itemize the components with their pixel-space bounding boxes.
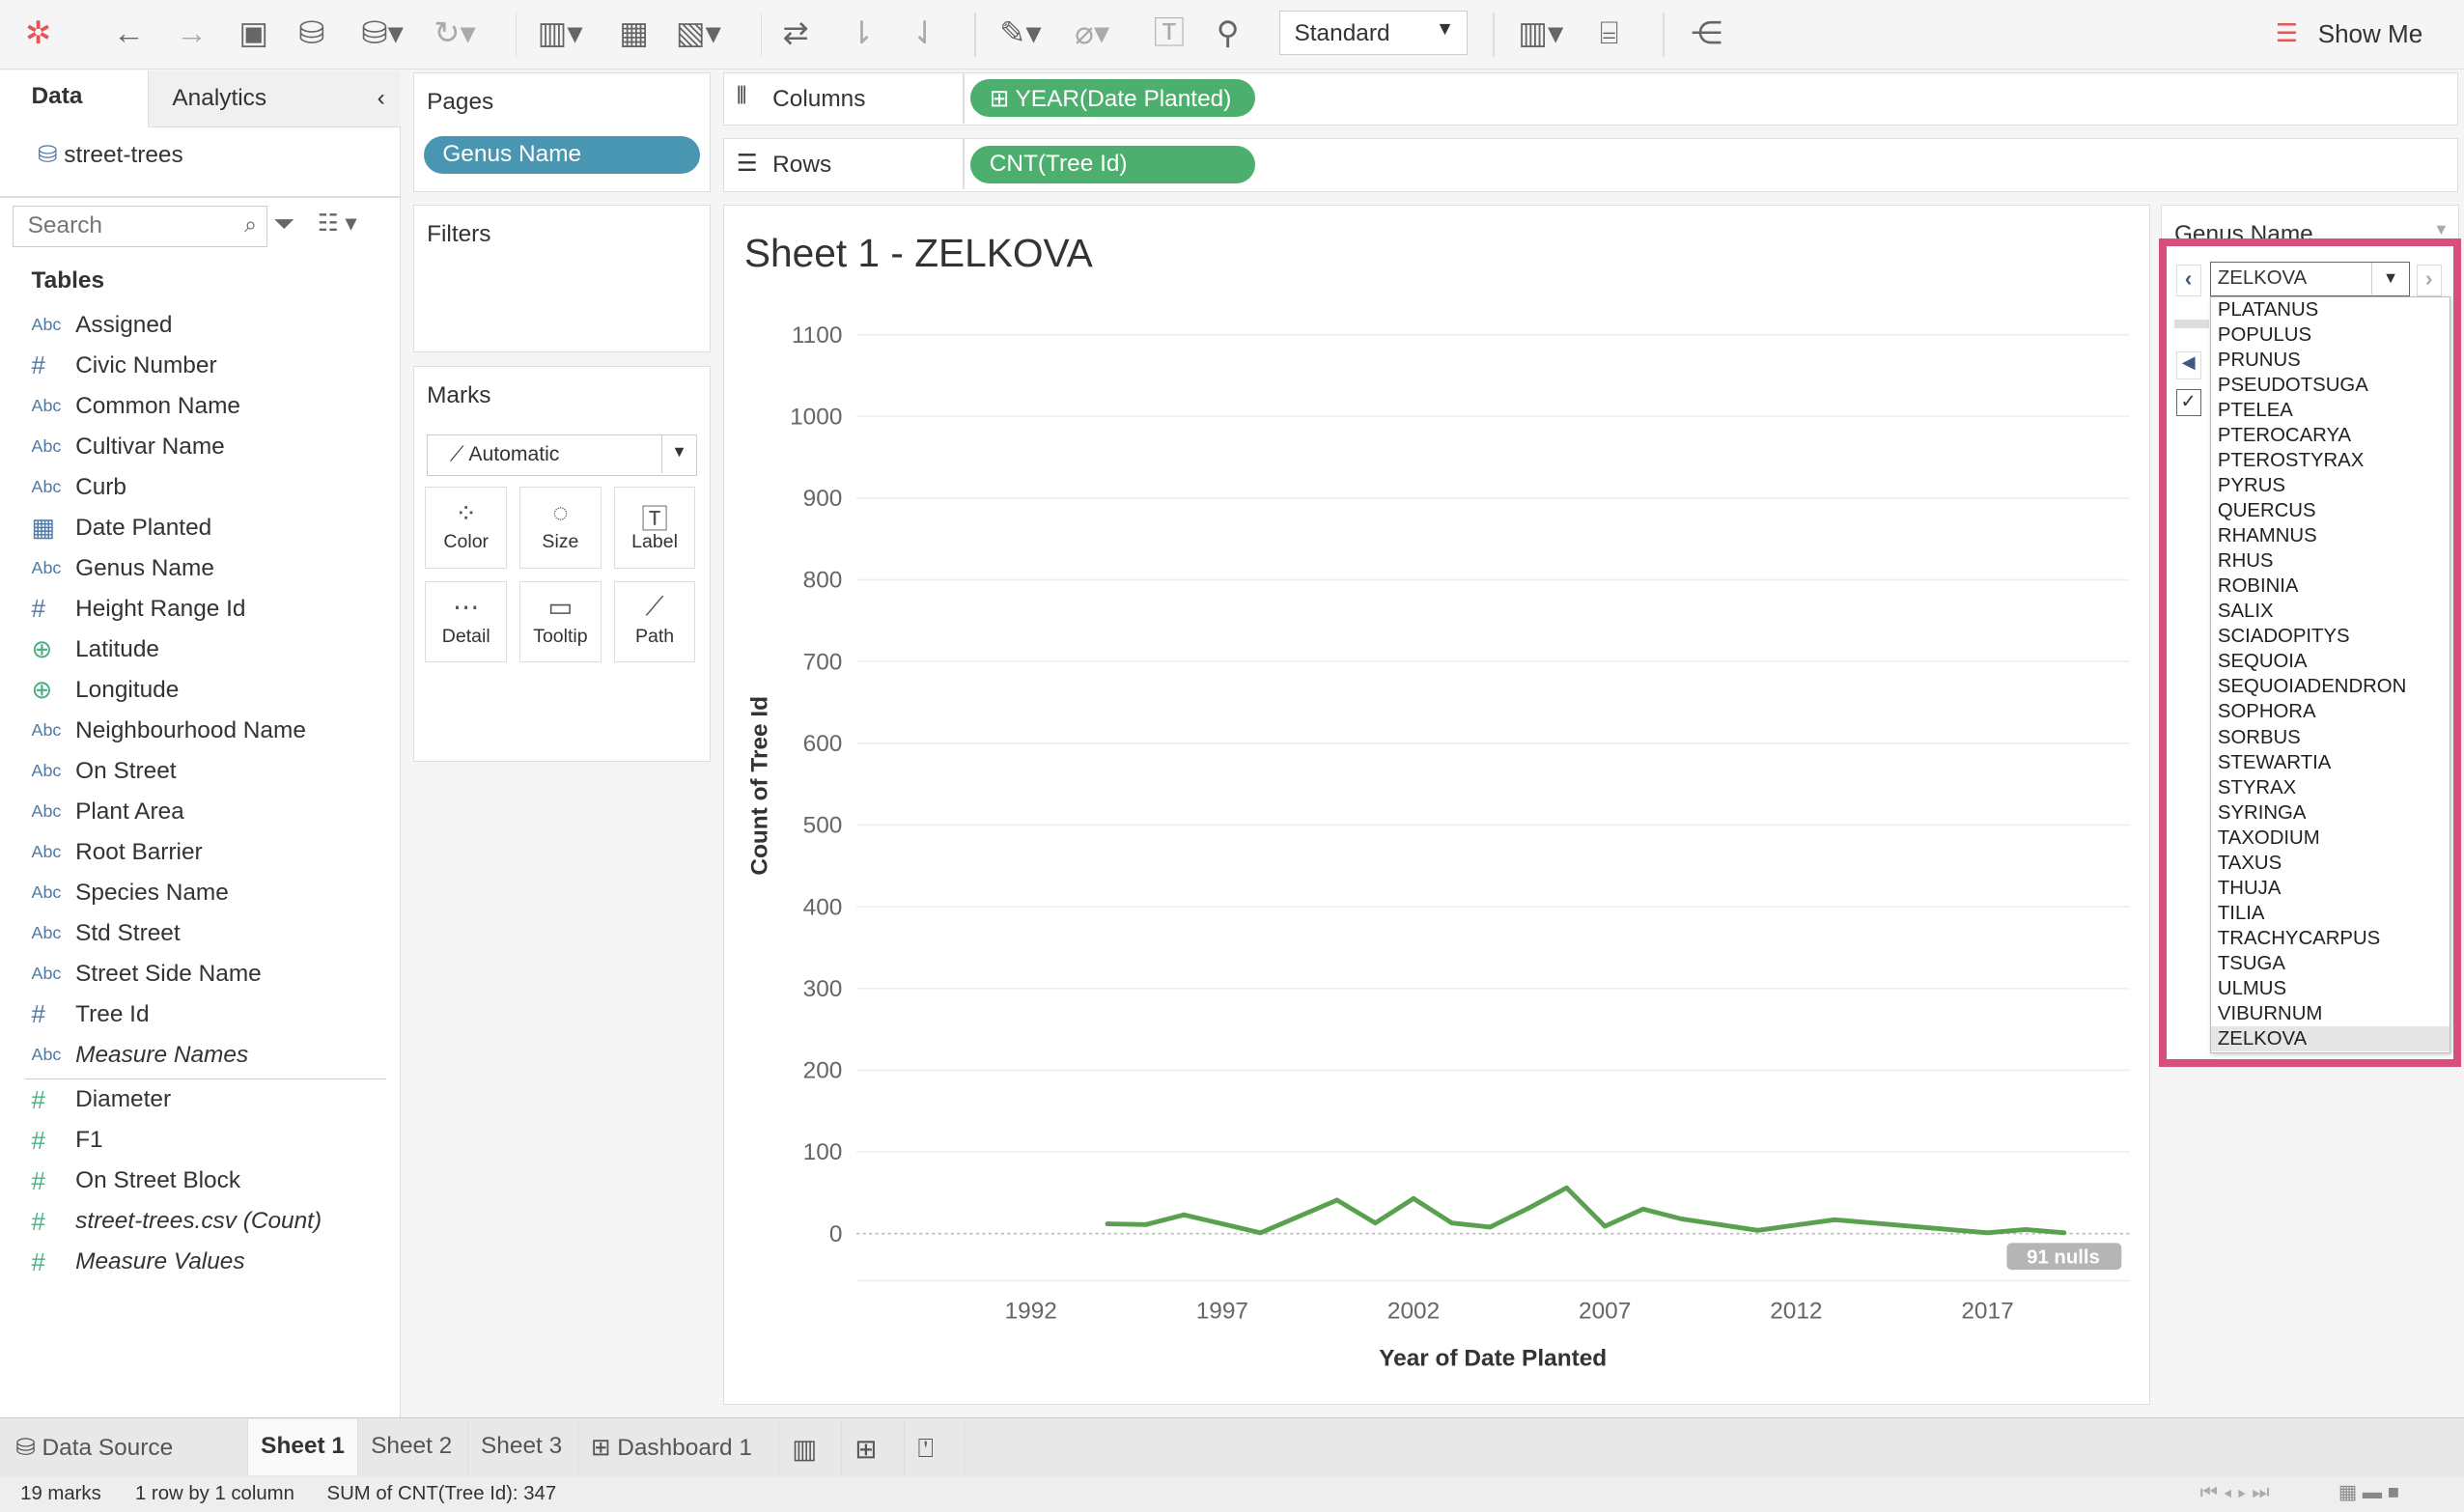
database-icon: ⛁ <box>15 1435 42 1462</box>
y-tick-label: 700 <box>803 649 843 675</box>
y-tick-label: 300 <box>803 976 843 1002</box>
data-point <box>1411 1195 1416 1201</box>
data-point <box>1985 1230 1990 1236</box>
status-dimensions: 1 row by 1 column <box>134 1483 294 1505</box>
y-tick-label: 100 <box>803 1139 843 1165</box>
data-point <box>1832 1217 1837 1222</box>
data-point <box>1105 1221 1110 1226</box>
y-tick-label: 800 <box>803 568 843 594</box>
x-axis-title: Year of Date Planted <box>1379 1345 1607 1371</box>
data-point <box>1334 1197 1340 1203</box>
status-bar: 19 marks 1 row by 1 column SUM of CNT(Tr… <box>0 1476 2464 1512</box>
tab-sheet-2[interactable]: Sheet 2 <box>358 1418 468 1476</box>
tab-sheet-1[interactable]: Sheet 1 <box>248 1418 359 1476</box>
data-point <box>2061 1230 2067 1236</box>
page-nav-icon[interactable]: ⏮ ◂ ▸ ⏭ <box>2200 1482 2270 1504</box>
tab-dashboard-label: Dashboard 1 <box>617 1435 752 1462</box>
view-mode-icon[interactable]: ▦ ▬ ■ <box>2338 1480 2399 1504</box>
dashboard-icon: ⊞ <box>590 1435 618 1462</box>
data-point <box>1487 1224 1493 1230</box>
data-point <box>1181 1212 1187 1218</box>
x-tick-label: 2007 <box>1579 1299 1631 1325</box>
data-point <box>1449 1220 1455 1226</box>
data-point <box>1602 1223 1608 1229</box>
data-point <box>1755 1227 1761 1233</box>
tab-dashboard-1[interactable]: ⊞ Dashboard 1 <box>578 1418 780 1476</box>
new-worksheet-icon[interactable]: ▥ <box>779 1418 843 1476</box>
x-tick-label: 1992 <box>1005 1299 1057 1325</box>
y-tick-label: 200 <box>803 1058 843 1084</box>
new-dashboard-icon[interactable]: ⊞ <box>842 1418 906 1476</box>
y-tick-label: 500 <box>803 813 843 839</box>
data-point <box>1679 1216 1684 1221</box>
data-point <box>2023 1226 2029 1232</box>
tableau-window: ✲ ← → ▣ ⛁ ⛁▾ ↻▾ ▥▾ ▦ ▧▾ ⇄ ⇂ ⇃ ✎▾ ⌀▾ 🅃 ⚲ … <box>0 0 2464 1512</box>
y-tick-label: 0 <box>829 1221 843 1247</box>
y-axis-title: Count of Tree Id <box>746 696 772 876</box>
new-story-icon[interactable]: ⍞ <box>905 1418 966 1476</box>
y-tick-label: 600 <box>803 731 843 757</box>
series-line <box>1106 1185 2064 1236</box>
x-tick-label: 2012 <box>1770 1299 1822 1325</box>
data-point <box>1526 1205 1531 1211</box>
tab-sheet-3[interactable]: Sheet 3 <box>468 1418 578 1476</box>
tab-data-source-label: Data Source <box>42 1435 174 1462</box>
data-point <box>1372 1220 1378 1226</box>
data-point <box>1143 1221 1149 1227</box>
y-tick-label: 1100 <box>792 322 842 349</box>
nulls-badge-label[interactable]: 91 nulls <box>2027 1247 2100 1269</box>
status-sum: SUM of CNT(Tree Id): 347 <box>326 1483 557 1505</box>
y-tick-label: 1000 <box>790 404 842 430</box>
status-marks: 19 marks <box>20 1483 101 1505</box>
data-point <box>1258 1230 1263 1236</box>
data-point <box>1640 1206 1646 1212</box>
tab-data-source[interactable]: ⛁ Data Source <box>0 1418 249 1476</box>
y-tick-label: 400 <box>803 894 843 920</box>
x-tick-label: 2017 <box>1961 1299 2013 1325</box>
highlight-box <box>2159 238 2461 1068</box>
data-point <box>1564 1185 1569 1190</box>
y-tick-label: 900 <box>803 486 843 512</box>
x-tick-label: 1997 <box>1196 1299 1248 1325</box>
menu-chevron-icon[interactable]: ▼ <box>2433 221 2449 239</box>
line-chart: 0 100 200 300 400 500 600 700 800 900 1000 1100 1992… <box>746 322 2130 1371</box>
x-tick-label: 2002 <box>1387 1299 1440 1325</box>
